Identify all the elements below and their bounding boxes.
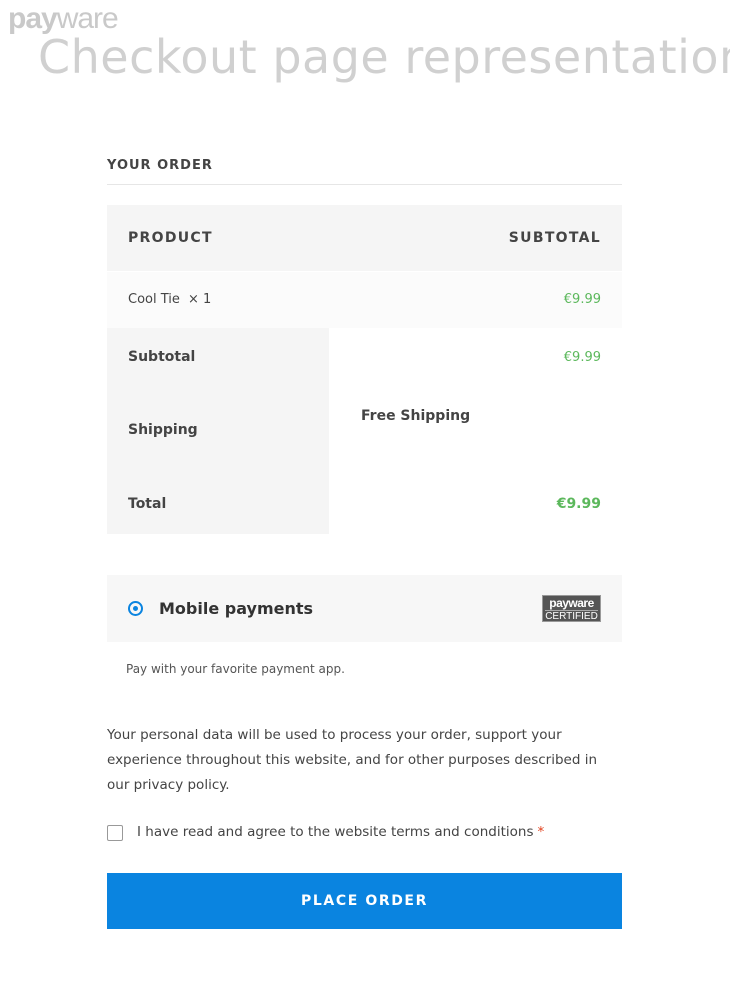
subtotal-value: €9.99	[563, 350, 601, 365]
payment-radio-selected[interactable]	[128, 601, 143, 616]
item-price: €9.99	[563, 292, 601, 307]
total-value: €9.99	[556, 496, 601, 512]
subtotal-label: Subtotal	[128, 349, 196, 365]
payment-method-option[interactable]: Mobile payments payware CERTIFIED	[107, 575, 622, 642]
shipping-value: Free Shipping	[361, 408, 471, 424]
required-asterisk: *	[537, 824, 545, 840]
privacy-notice: Your personal data will be used to proce…	[107, 727, 598, 793]
heading-divider	[107, 184, 622, 185]
payware-certified-badge: payware CERTIFIED	[542, 595, 601, 622]
terms-label[interactable]: I have read and agree to the website ter…	[137, 824, 544, 840]
column-product: PRODUCT	[128, 230, 213, 246]
badge-line1: payware	[549, 596, 594, 610]
page-title: Checkout page representation	[38, 30, 730, 84]
item-quantity: × 1	[188, 292, 212, 307]
payment-method-label: Mobile payments	[159, 599, 314, 618]
payment-description: Pay with your favorite payment app.	[126, 662, 345, 676]
terms-text: I have read and agree to the website ter…	[137, 824, 534, 840]
column-subtotal: SUBTOTAL	[508, 230, 601, 246]
shipping-label: Shipping	[128, 422, 198, 438]
item-name-text: Cool Tie	[128, 292, 180, 307]
your-order-heading: YOUR ORDER	[107, 158, 213, 173]
order-item-row: Cool Tie × 1 €9.99	[107, 272, 622, 328]
item-name: Cool Tie × 1	[128, 292, 211, 307]
terms-checkbox[interactable]	[107, 825, 123, 841]
total-label: Total	[128, 496, 167, 512]
place-order-button[interactable]: PLACE ORDER	[107, 873, 622, 929]
terms-row[interactable]: I have read and agree to the website ter…	[107, 822, 622, 844]
badge-line2: CERTIFIED	[545, 610, 598, 622]
order-table-header: PRODUCT SUBTOTAL	[107, 205, 622, 271]
